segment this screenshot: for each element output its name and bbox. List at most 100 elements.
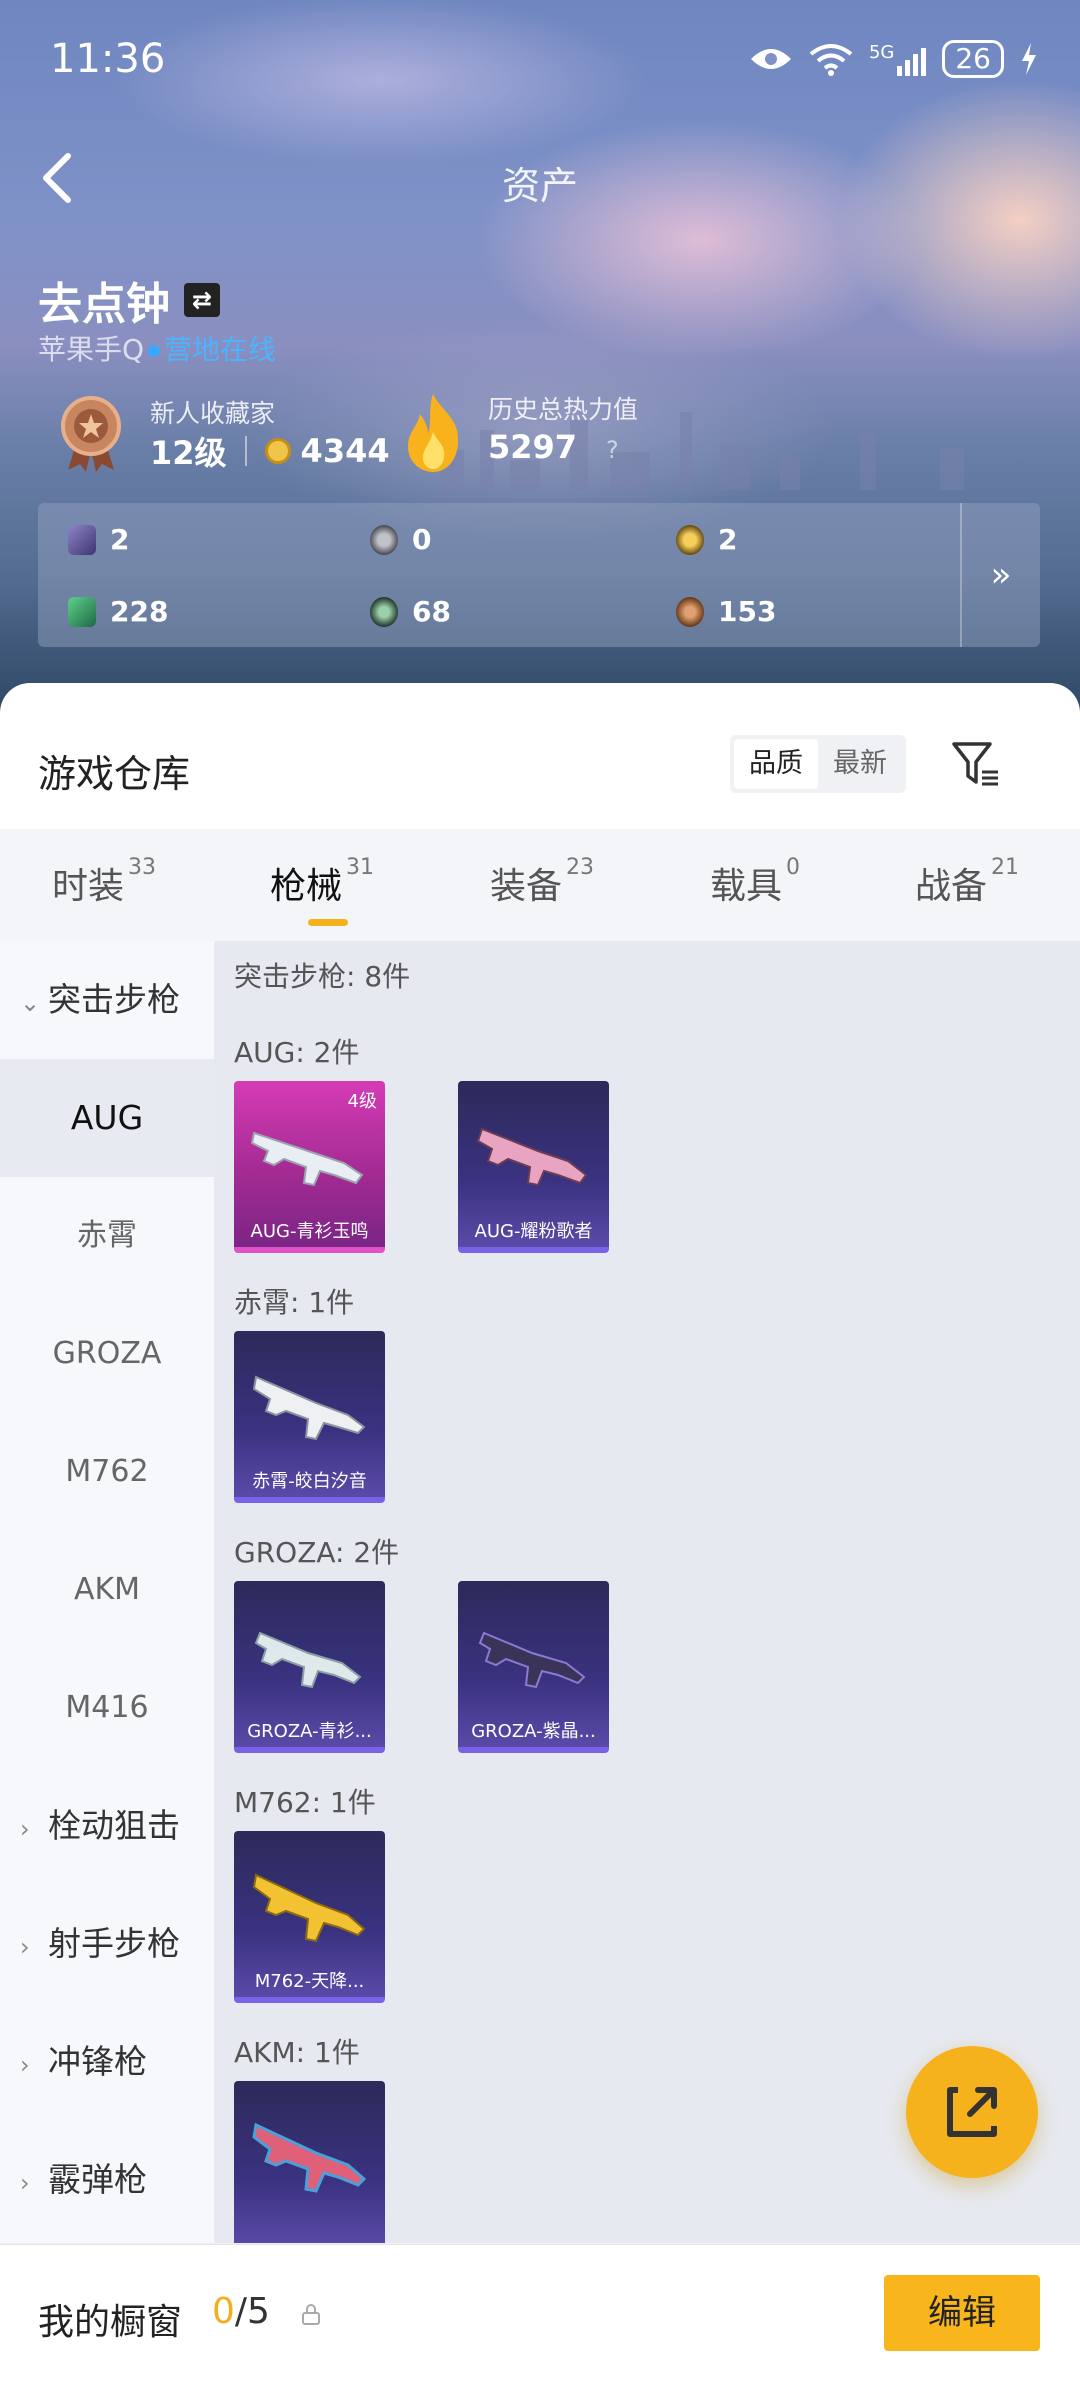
showcase-bar: 我的橱窗 0/5 编辑 <box>0 2244 1080 2381</box>
weapon-card[interactable]: 4级 AUG-青衫玉鸣 <box>234 1081 385 1253</box>
rifle-icon <box>252 1375 366 1441</box>
sidebar-item-groza[interactable]: GROZA <box>0 1295 214 1413</box>
purple-card-icon <box>68 524 96 555</box>
rifle-icon <box>252 1873 366 1943</box>
tab-count: 23 <box>566 855 595 880</box>
tab-supplies[interactable]: 战备 21 <box>915 855 1019 909</box>
weapon-name: GROZA-青衫... <box>247 1721 372 1742</box>
sidebar-category-marksman[interactable]: › 射手步枪 <box>0 1885 214 2003</box>
sidebar-category-label: 栓动狙击 <box>48 1806 180 1845</box>
weapon-card[interactable]: GROZA-青衫... <box>234 1581 385 1753</box>
stat-purple-card: 2 <box>68 523 129 556</box>
tab-label: 战备 <box>915 866 988 907</box>
weapon-name: AUG-青衫玉鸣 <box>250 1221 369 1242</box>
weapon-card[interactable]: AUG-耀粉歌者 <box>458 1081 609 1253</box>
sort-newest-option[interactable]: 最新 <box>818 739 902 789</box>
chevron-right-icon: › <box>20 2169 30 2197</box>
green-orb-icon <box>370 596 398 627</box>
bronze-coin-icon <box>676 596 704 627</box>
group-title-m762: M762: 1件 <box>234 1786 376 1819</box>
category-tabs: 时装 33 枪械 31 装备 23 载具 0 战备 21 <box>0 829 1080 941</box>
tab-vehicles[interactable]: 载具 0 <box>710 855 801 909</box>
tab-count: 33 <box>128 855 157 880</box>
sort-toggle: 品质 最新 <box>730 735 906 793</box>
sidebar-item-chixiao[interactable]: 赤霄 <box>0 1177 214 1295</box>
sidebar-category-assault-rifle[interactable]: ⌄ 突击步枪 <box>0 941 214 1059</box>
stat-gold-coin: 2 <box>676 523 737 556</box>
stat-value: 2 <box>110 523 130 556</box>
gold-coin-icon <box>676 524 704 555</box>
weapon-card[interactable]: GROZA-紫晶... <box>458 1581 609 1753</box>
rifle-icon <box>252 2122 367 2193</box>
switch-account-icon[interactable]: ⇄ <box>184 283 220 317</box>
stat-value: 2 <box>718 523 738 556</box>
sidebar-category-shotgun[interactable]: › 霰弹枪 <box>0 2121 214 2239</box>
heat-value: 5297 <box>488 428 578 466</box>
divider <box>244 436 247 466</box>
filter-icon[interactable] <box>950 738 1002 790</box>
weapon-name: AUG-耀粉歌者 <box>474 1221 593 1242</box>
chevron-right-icon: › <box>20 2051 30 2079</box>
rifle-icon <box>250 1131 364 1187</box>
stat-value: 68 <box>412 595 451 628</box>
stat-value: 153 <box>718 595 777 628</box>
help-icon[interactable]: ? <box>606 436 619 464</box>
user-name: 去点钟 <box>38 279 170 330</box>
group-title-akm: AKM: 1件 <box>234 2036 360 2069</box>
charging-icon <box>1022 43 1036 75</box>
weapon-name: M762-天降... <box>254 1971 365 1992</box>
flame-icon <box>408 394 459 472</box>
account-subline: 苹果手Q 营地在线 <box>38 328 276 368</box>
silver-coin-icon <box>370 524 398 555</box>
stat-value: 0 <box>412 523 432 556</box>
group-title-aug: AUG: 2件 <box>234 1036 360 1069</box>
chevron-right-icon: › <box>20 1933 30 1961</box>
warehouse-title: 游戏仓库 <box>38 752 191 796</box>
group-title-groza: GROZA: 2件 <box>234 1536 400 1569</box>
coin-icon <box>264 438 291 464</box>
user-level: 12级 <box>150 434 227 472</box>
stat-green-card: 228 <box>68 595 168 628</box>
sidebar-category-label: 霰弹枪 <box>48 2160 147 2199</box>
sidebar-item-aug[interactable]: AUG <box>0 1059 214 1177</box>
sidebar-item-akm[interactable]: AKM <box>0 1531 214 1649</box>
showcase-count-current: 0 <box>212 2291 235 2332</box>
rifle-icon <box>476 1127 588 1187</box>
tab-label: 载具 <box>710 866 783 907</box>
stat-green-orb: 68 <box>370 595 451 628</box>
tab-count: 0 <box>786 855 801 880</box>
stats-more-button[interactable]: » <box>960 503 1040 647</box>
weapon-card[interactable]: 赤霄-皎白汐音 <box>234 1331 385 1503</box>
status-time: 11:36 <box>50 36 166 82</box>
group-title-chixiao: 赤霄: 1件 <box>234 1286 355 1319</box>
sidebar-category-label: 冲锋枪 <box>48 2042 147 2081</box>
edit-button[interactable]: 编辑 <box>884 2275 1040 2351</box>
chevron-down-icon: ⌄ <box>20 989 41 1017</box>
sidebar-category-label: 突击步枪 <box>48 980 180 1019</box>
tab-firearms[interactable]: 枪械 31 <box>270 855 374 926</box>
tab-label: 装备 <box>490 866 563 907</box>
lock-icon <box>302 2304 320 2325</box>
signal-icon: 5G <box>869 42 927 76</box>
sidebar-item-m416[interactable]: M416 <box>0 1649 214 1767</box>
sidebar-category-smg[interactable]: › 冲锋枪 <box>0 2003 214 2121</box>
category-total: 突击步枪: 8件 <box>234 960 411 993</box>
showcase-count-max: /5 <box>234 2291 270 2332</box>
coin-count: 4344 <box>300 432 390 470</box>
tab-label: 时装 <box>52 866 125 907</box>
weapon-name: 赤霄-皎白汐音 <box>252 1471 367 1492</box>
sidebar-item-m762[interactable]: M762 <box>0 1413 214 1531</box>
collector-values: 12级 4344 <box>150 428 390 474</box>
share-button[interactable] <box>906 2046 1038 2178</box>
rifle-icon <box>478 1631 586 1689</box>
online-dot-icon <box>148 345 161 357</box>
sort-quality-option[interactable]: 品质 <box>734 739 818 789</box>
weapon-card[interactable]: M762-天降... <box>234 1831 385 2003</box>
weapon-card[interactable] <box>234 2081 385 2243</box>
green-card-icon <box>68 596 96 627</box>
tab-fashion[interactable]: 时装 33 <box>52 855 157 909</box>
tab-equipment[interactable]: 装备 23 <box>490 855 595 909</box>
weapon-name: GROZA-紫晶... <box>471 1721 596 1742</box>
sidebar-category-bolt-sniper[interactable]: › 栓动狙击 <box>0 1767 214 1885</box>
page-title: 资产 <box>501 164 578 208</box>
